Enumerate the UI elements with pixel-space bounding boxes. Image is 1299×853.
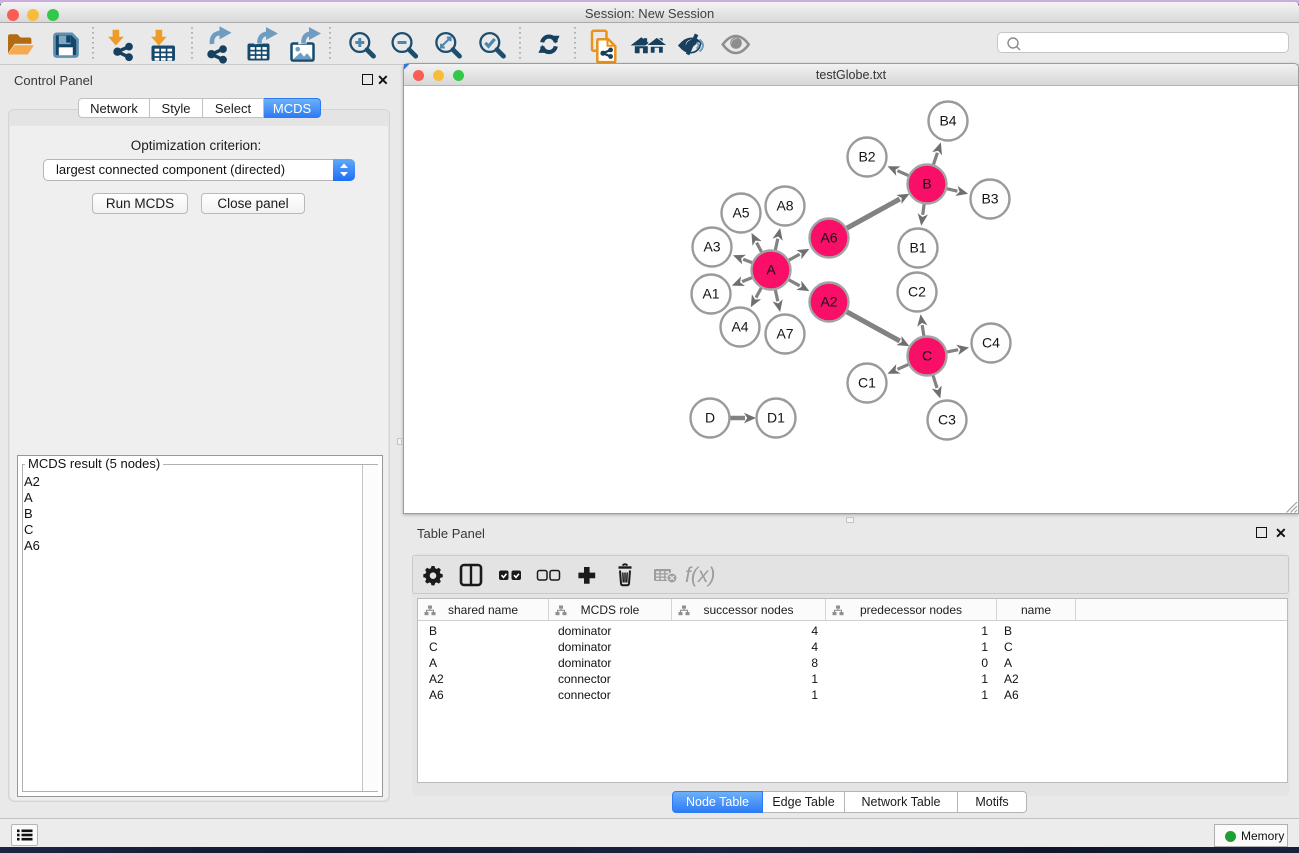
svg-text:B4: B4 [939, 113, 956, 129]
svg-text:A6: A6 [820, 230, 837, 246]
svg-text:B3: B3 [981, 191, 998, 207]
svg-text:B1: B1 [909, 240, 926, 256]
svg-text:f(x): f(x) [685, 564, 715, 587]
svg-text:C1: C1 [858, 375, 876, 391]
svg-text:A4: A4 [731, 319, 748, 335]
svg-text:D: D [705, 410, 715, 426]
svg-text:B: B [922, 176, 931, 192]
svg-text:A2: A2 [820, 294, 837, 310]
svg-text:A7: A7 [776, 326, 793, 342]
svg-text:C: C [922, 348, 932, 364]
svg-text:A8: A8 [776, 198, 793, 214]
svg-text:C4: C4 [982, 335, 1000, 351]
svg-text:B2: B2 [858, 149, 875, 165]
svg-text:A: A [766, 262, 776, 278]
svg-text:A5: A5 [732, 205, 749, 221]
svg-text:C3: C3 [938, 412, 956, 428]
svg-text:A3: A3 [703, 239, 720, 255]
svg-text:C2: C2 [908, 284, 926, 300]
svg-text:A1: A1 [702, 286, 719, 302]
svg-text:D1: D1 [767, 410, 785, 426]
